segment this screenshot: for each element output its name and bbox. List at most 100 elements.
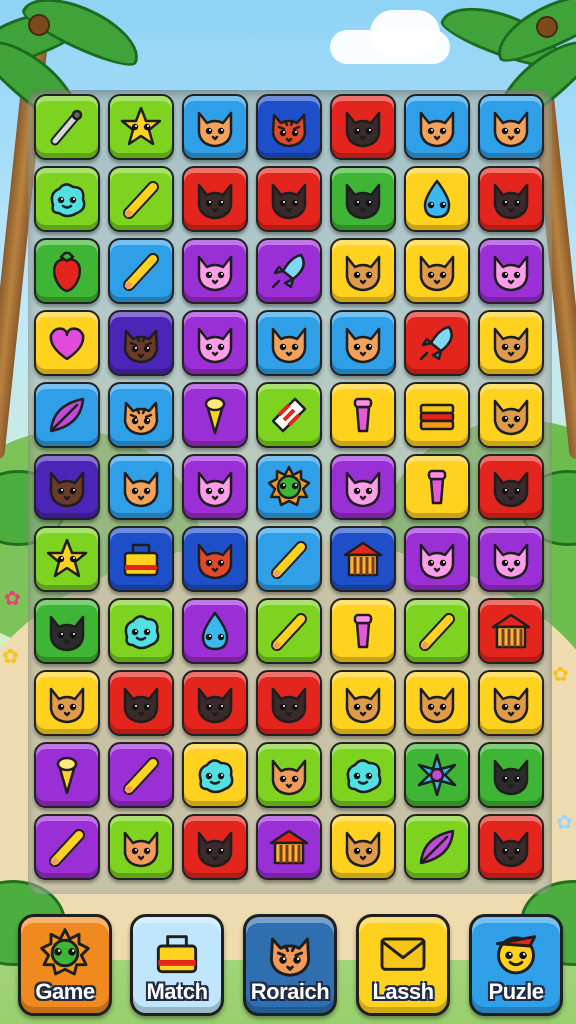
tile-house[interactable] — [256, 814, 322, 880]
cat-icon — [493, 831, 529, 868]
tile-cat[interactable] — [330, 454, 396, 520]
menu-button-label: Match — [146, 979, 208, 1004]
star-icon — [46, 538, 88, 578]
tile-star[interactable] — [34, 526, 100, 592]
coconut — [536, 16, 558, 38]
tile-cat[interactable] — [256, 166, 322, 232]
tile-pencil[interactable] — [34, 814, 100, 880]
pencil-icon — [123, 253, 159, 291]
bag-icon — [156, 935, 198, 974]
tile-pencil[interactable] — [256, 598, 322, 664]
book-icon — [419, 403, 455, 431]
tile-blob[interactable] — [34, 166, 100, 232]
tile-cat[interactable] — [404, 238, 470, 304]
tile-cat[interactable] — [256, 670, 322, 736]
tile-blob[interactable] — [108, 598, 174, 664]
menu-button-puzle[interactable]: Puzle — [469, 914, 563, 1016]
tile-cone[interactable] — [182, 382, 248, 448]
heart-icon — [49, 327, 85, 361]
tile-cat[interactable] — [478, 238, 544, 304]
tile-cat[interactable] — [182, 238, 248, 304]
tile-cat[interactable] — [182, 94, 248, 160]
tile-pencil[interactable] — [108, 166, 174, 232]
tile-cat[interactable] — [404, 526, 470, 592]
tile-cat[interactable] — [256, 310, 322, 376]
tile-gift[interactable] — [256, 382, 322, 448]
tile-cat[interactable] — [182, 310, 248, 376]
tile-cat[interactable] — [256, 742, 322, 808]
menu-button-label: Lassh — [372, 979, 434, 1004]
tile-cat[interactable] — [404, 670, 470, 736]
tile-tiger[interactable] — [108, 382, 174, 448]
tile-flower[interactable] — [404, 742, 470, 808]
menu-button-lassh[interactable]: Lassh — [356, 914, 450, 1016]
tile-cat[interactable] — [330, 310, 396, 376]
tile-cat[interactable] — [478, 526, 544, 592]
tile-tiger[interactable] — [256, 94, 322, 160]
tile-bag[interactable] — [108, 526, 174, 592]
tile-cat[interactable] — [182, 166, 248, 232]
pencil-icon — [123, 181, 159, 219]
envelope-icon — [380, 937, 426, 971]
tile-cup[interactable] — [404, 454, 470, 520]
tile-cat[interactable] — [108, 670, 174, 736]
cat-icon — [123, 471, 159, 508]
tile-wand[interactable] — [34, 94, 100, 160]
tile-leaf[interactable] — [404, 814, 470, 880]
tile-cat[interactable] — [108, 454, 174, 520]
tile-tiger[interactable] — [108, 310, 174, 376]
cat-icon — [345, 687, 381, 724]
face-icon — [495, 935, 537, 975]
tile-rocket[interactable] — [256, 238, 322, 304]
tile-berry[interactable] — [34, 238, 100, 304]
tile-pencil[interactable] — [108, 742, 174, 808]
tile-cat[interactable] — [34, 454, 100, 520]
tile-cat[interactable] — [330, 166, 396, 232]
tile-cup[interactable] — [330, 382, 396, 448]
tile-cat[interactable] — [478, 814, 544, 880]
tile-cat[interactable] — [478, 670, 544, 736]
tile-cat[interactable] — [404, 94, 470, 160]
tile-drop[interactable] — [182, 598, 248, 664]
tile-heart[interactable] — [34, 310, 100, 376]
tile-cat[interactable] — [330, 94, 396, 160]
menu-button-roraich[interactable]: Roraich — [243, 914, 337, 1016]
tile-cat[interactable] — [330, 814, 396, 880]
tile-cone[interactable] — [34, 742, 100, 808]
tile-sun[interactable] — [256, 454, 322, 520]
tile-leaf[interactable] — [34, 382, 100, 448]
tile-drop[interactable] — [404, 166, 470, 232]
tile-blob[interactable] — [330, 742, 396, 808]
tile-house[interactable] — [330, 526, 396, 592]
tile-star[interactable] — [108, 94, 174, 160]
tile-cat[interactable] — [108, 814, 174, 880]
cat-icon — [197, 471, 233, 508]
tile-cat[interactable] — [478, 382, 544, 448]
tile-cat[interactable] — [478, 454, 544, 520]
tile-pencil[interactable] — [108, 238, 174, 304]
tile-cup[interactable] — [330, 598, 396, 664]
tile-house[interactable] — [478, 598, 544, 664]
tile-blob[interactable] — [182, 742, 248, 808]
tile-cat[interactable] — [330, 670, 396, 736]
tile-book[interactable] — [404, 382, 470, 448]
tile-cat[interactable] — [478, 166, 544, 232]
gift-icon — [271, 397, 307, 433]
tile-pencil[interactable] — [404, 598, 470, 664]
tile-cat[interactable] — [182, 670, 248, 736]
tile-cat[interactable] — [182, 526, 248, 592]
tile-cat[interactable] — [182, 454, 248, 520]
tile-cat[interactable] — [34, 670, 100, 736]
menu-button-game[interactable]: Game — [18, 914, 112, 1016]
menu-button-match[interactable]: Match — [130, 914, 224, 1016]
tile-rocket[interactable] — [404, 310, 470, 376]
blob-icon — [50, 183, 86, 218]
menu-button-label: Game — [35, 979, 95, 1004]
tile-cat[interactable] — [34, 598, 100, 664]
tile-cat[interactable] — [330, 238, 396, 304]
tile-cat[interactable] — [182, 814, 248, 880]
tile-pencil[interactable] — [256, 526, 322, 592]
tile-cat[interactable] — [478, 742, 544, 808]
tile-cat[interactable] — [478, 94, 544, 160]
tile-cat[interactable] — [478, 310, 544, 376]
